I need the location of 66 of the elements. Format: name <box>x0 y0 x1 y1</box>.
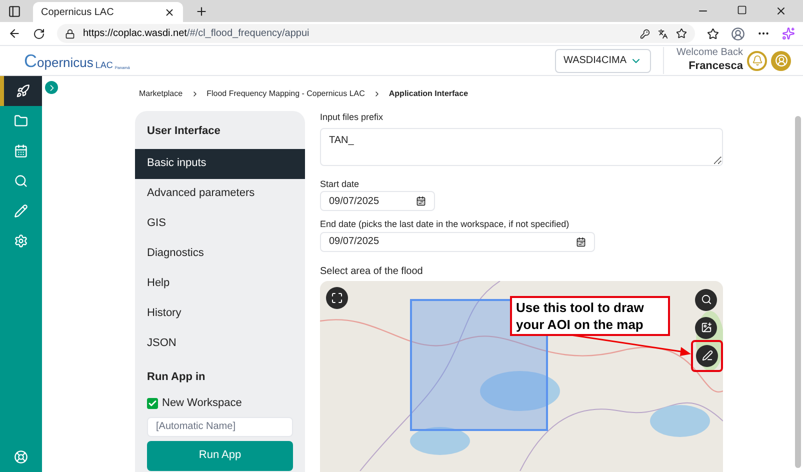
expand-button[interactable] <box>43 79 60 96</box>
tab-title: Copernicus LAC <box>41 6 114 20</box>
field-label: Select area of the flood <box>320 264 424 278</box>
restore-icon[interactable] <box>737 5 747 15</box>
calendar-icon <box>416 196 426 206</box>
key-icon[interactable] <box>640 28 650 38</box>
url-text: https://coplac.wasdi.net/#/cl_flood_frequency/appui <box>83 27 310 41</box>
field-label: End date (picks the last date in the workspace, if not specified) <box>320 218 570 231</box>
check-icon <box>148 398 157 408</box>
back-icon[interactable] <box>8 27 21 40</box>
panel-tab[interactable]: Help <box>135 268 305 298</box>
field-label: Start date <box>320 178 360 190</box>
new-tab-icon[interactable] <box>195 4 208 18</box>
reload-icon[interactable] <box>33 28 45 40</box>
settings-icon <box>14 234 28 248</box>
panel-tab[interactable]: Diagnostics <box>135 238 305 268</box>
user-icon <box>774 54 788 67</box>
calendar-icon <box>576 236 586 246</box>
tab-actions-icon[interactable] <box>8 4 21 18</box>
welcome-text: Welcome Back <box>676 47 743 60</box>
prefix-input[interactable]: TAN_ <box>320 128 723 166</box>
pen-icon <box>702 350 712 361</box>
user-name: Francesca <box>688 60 743 74</box>
browser-tab[interactable]: Copernicus LAC <box>33 2 183 22</box>
breadcrumb-link[interactable]: Marketplace <box>135 88 187 100</box>
panel-tab[interactable]: Basic inputs <box>135 148 305 178</box>
translate-icon[interactable] <box>658 28 668 38</box>
checkbox-label: New Workspace <box>162 396 242 411</box>
search-icon <box>14 174 28 188</box>
panel-tab[interactable]: Advanced parameters <box>135 178 305 208</box>
checkbox[interactable] <box>147 398 158 409</box>
address-bar[interactable]: https://coplac.wasdi.net/#/cl_flood_frequency/appui <box>57 24 695 43</box>
start-date-input[interactable]: 09/07/2025 <box>320 191 435 211</box>
search-button[interactable] <box>695 288 717 310</box>
favorites-icon[interactable] <box>707 28 719 40</box>
lock-icon <box>65 28 75 38</box>
fullscreen-button[interactable] <box>326 286 348 308</box>
star-icon[interactable] <box>676 28 687 39</box>
panel-title: User Interface <box>146 124 222 139</box>
bell-icon <box>752 55 762 66</box>
field-label: Input files prefix <box>320 111 384 124</box>
close-icon[interactable] <box>164 6 175 18</box>
breadcrumb-link[interactable]: Flood Frequency Mapping - Copernicus LAC <box>202 88 369 100</box>
help-icon[interactable] <box>14 450 28 464</box>
panel-tab[interactable]: GIS <box>135 208 305 238</box>
callout: Use this tool to draw your AOI on the map <box>510 296 670 336</box>
rocket-icon <box>16 84 30 98</box>
fullscreen-icon <box>331 292 343 304</box>
run-title: Run App in <box>146 370 206 384</box>
panel-tab[interactable]: JSON <box>135 328 305 358</box>
workspace-select[interactable]: WASDI4CIMA <box>554 48 652 72</box>
search-icon <box>700 294 712 305</box>
folder-icon <box>14 114 28 128</box>
scrollbar[interactable] <box>795 116 801 468</box>
end-date-input[interactable]: 09/07/2025 <box>320 232 595 252</box>
run-app-button[interactable]: Run App <box>147 440 293 470</box>
profile-icon[interactable] <box>731 26 745 40</box>
sidebar-item[interactable] <box>0 76 42 106</box>
close-icon[interactable] <box>775 5 787 17</box>
workspace-name-input[interactable]: [Automatic Name] <box>147 416 293 436</box>
panel-tab[interactable]: History <box>135 298 305 328</box>
assistant-icon[interactable] <box>782 27 795 40</box>
image-icon <box>700 322 712 333</box>
map[interactable]: Use this tool to draw your AOI on the map <box>320 280 723 472</box>
calendar-icon <box>14 144 28 158</box>
pencil-icon <box>14 204 28 218</box>
